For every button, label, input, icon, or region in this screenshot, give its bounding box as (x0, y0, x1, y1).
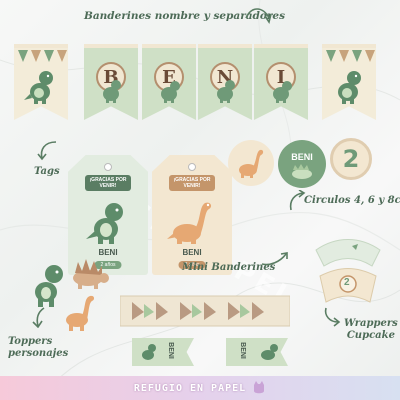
wrappers-label: Wrappers Cupcake (344, 318, 398, 342)
arrow-icon (32, 307, 45, 328)
tag-thanks-text: ¡GRACIAS POR VENIR! (169, 175, 215, 191)
tag-name: BENI (182, 248, 202, 257)
stegosaurus-topper (73, 259, 109, 289)
circle-number: 2 (330, 138, 372, 180)
letter-flag-e: E (142, 44, 196, 120)
dinosaur-icon (338, 71, 361, 104)
circles-label: Circulos 4, 6 y 8cm (304, 195, 400, 206)
mini-flag-text: BENI (238, 342, 246, 359)
mini-flag-left: BENI (132, 338, 194, 366)
letter-flag-n: N (198, 44, 252, 120)
cat-icon (254, 381, 265, 394)
mini-banners-label: Mini Banderines (182, 262, 276, 273)
brachiosaurus-topper (66, 295, 95, 331)
brand-name: REFUGIO EN PAPEL (133, 382, 247, 394)
dinosaur-icon (24, 71, 53, 104)
letter-flag-b: B (84, 44, 138, 120)
stegosaurus-icon (292, 164, 312, 179)
dinosaur-icon (261, 344, 278, 360)
tag-thanks-text: ¡GRACIAS POR VENIR! (85, 175, 131, 191)
wrappers-label-line1: Wrappers (344, 318, 398, 329)
toppers-label: Toppers personajes (8, 336, 68, 360)
tag-hole (104, 163, 112, 171)
mini-flag-right: BENI (226, 338, 288, 366)
arrow-icon (37, 141, 57, 161)
brachiosaurus-icon (239, 149, 264, 178)
separator-flag-right (322, 44, 376, 120)
toppers-label-line1: Toppers (8, 336, 53, 347)
toppers-label-line2: personajes (8, 348, 69, 359)
dinosaur-icon (273, 81, 292, 103)
dinosaur-icon (161, 81, 180, 103)
wrappers-label-line2: Cupcake (346, 330, 395, 341)
circle-small-dino (228, 140, 274, 186)
circle-number-text: 2 (342, 145, 360, 173)
cupcake-wrappers (315, 239, 381, 303)
circle-name: BENI (278, 140, 326, 188)
wrapper-number: 2 (344, 277, 350, 288)
brand-footer: REFUGIO EN PAPEL (0, 376, 400, 400)
trex-icon (86, 203, 123, 244)
gift-tag-cream: ¡GRACIAS POR VENIR! BENI 2 años (152, 155, 232, 275)
dinosaur-icon (217, 80, 235, 103)
mini-flag-text: BENI (166, 342, 174, 359)
tag-hole (188, 163, 196, 171)
separator-flag-left (14, 44, 68, 120)
dinosaur-icon (142, 344, 156, 360)
letter-flag-i: I (254, 44, 308, 120)
arrow-icon (324, 307, 341, 327)
tags-label: Tags (34, 166, 60, 177)
dinosaur-icon (103, 80, 121, 103)
banners-label: Banderines nombre y separadores (84, 10, 285, 22)
mini-bunting-strip (120, 295, 290, 327)
brachiosaurus-icon (167, 202, 212, 244)
circle-name-text: BENI (291, 152, 313, 162)
